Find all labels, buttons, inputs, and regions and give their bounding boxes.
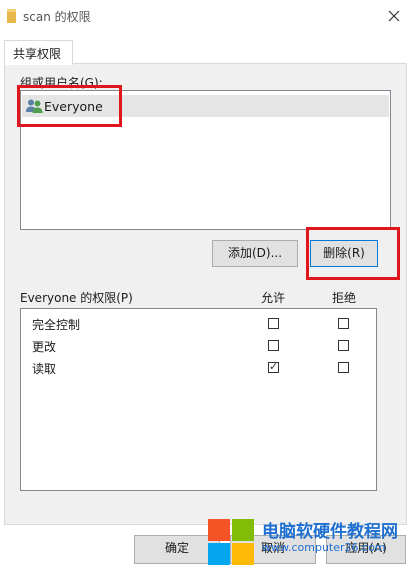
allow-checkbox[interactable] bbox=[268, 318, 279, 329]
add-button[interactable]: 添加(D)... bbox=[212, 240, 298, 267]
permission-name: 读取 bbox=[32, 362, 57, 376]
close-button[interactable] bbox=[382, 3, 406, 29]
deny-checkbox[interactable] bbox=[338, 340, 349, 351]
title-bar: scan 的权限 bbox=[0, 0, 412, 34]
allow-checkbox[interactable] bbox=[268, 360, 279, 373]
tab-label: 共享权限 bbox=[13, 47, 62, 61]
highlight-box-user bbox=[17, 85, 122, 127]
watermark-url: www.computer26.com bbox=[262, 541, 386, 554]
deny-header: 拒绝 bbox=[332, 291, 357, 305]
window-title: scan 的权限 bbox=[23, 10, 91, 24]
allow-header: 允许 bbox=[261, 291, 286, 305]
permission-row-read: 读取 bbox=[22, 357, 376, 379]
permission-name: 更改 bbox=[32, 340, 57, 354]
folder-icon bbox=[7, 9, 16, 23]
permissions-list: 完全控制 更改 读取 bbox=[20, 308, 377, 491]
permission-name: 完全控制 bbox=[32, 318, 81, 332]
close-icon bbox=[388, 10, 400, 22]
deny-checkbox[interactable] bbox=[338, 318, 349, 329]
permissions-title: Everyone 的权限(P) bbox=[20, 291, 133, 305]
windows-logo-icon bbox=[208, 519, 254, 565]
permission-row-change: 更改 bbox=[22, 335, 376, 357]
site-watermark: 电脑软硬件教程网 www.computer26.com bbox=[206, 512, 412, 568]
deny-checkbox[interactable] bbox=[338, 362, 349, 373]
permission-row-full-control: 完全控制 bbox=[22, 313, 376, 335]
tab-share-permissions[interactable]: 共享权限 bbox=[4, 40, 73, 65]
highlight-box-remove bbox=[306, 227, 400, 280]
allow-checkbox[interactable] bbox=[268, 340, 279, 351]
watermark-title: 电脑软硬件教程网 bbox=[262, 522, 398, 542]
